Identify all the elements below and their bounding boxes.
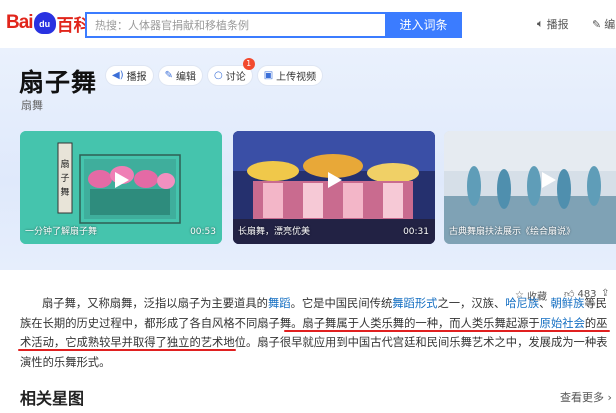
page-title: 扇子舞	[19, 68, 98, 97]
video-upload-icon: ▣	[263, 70, 274, 81]
broadcast-button-label: 播报	[126, 72, 147, 83]
view-more-label: 查看更多	[560, 391, 604, 404]
top-bar: Baidu百科 进入词条 🔈︎ 播报 ✎ 编	[0, 0, 616, 48]
enter-entry-button[interactable]: 进入词条	[385, 12, 462, 38]
logo-bai-text: Bai	[6, 12, 34, 33]
edit-link[interactable]: ✎ 编	[592, 16, 615, 32]
link-primitive-society[interactable]: 原始社会	[540, 317, 585, 330]
summary-text: 扇子舞，又称扇舞，泛指以扇子为主要道具的	[42, 297, 268, 310]
broadcast-link[interactable]: 🔈︎ 播报	[537, 16, 569, 32]
broadcast-button[interactable]: ◀) 播报	[106, 66, 153, 85]
view-more-link[interactable]: 查看更多 ›	[560, 389, 612, 405]
chevron-right-icon: ›	[604, 391, 612, 404]
edit-button-label: 编辑	[175, 72, 196, 83]
video-caption: 长扇舞，漂亮优美	[238, 227, 311, 237]
red-underline-annotation	[284, 330, 610, 332]
speaker-icon: ◀)	[112, 70, 124, 81]
link-dance[interactable]: 舞蹈	[268, 297, 291, 310]
video-caption: 古典舞扇扶法展示《绘合扇说》	[449, 227, 576, 237]
link-hani[interactable]: 哈尼族	[505, 297, 539, 310]
video-duration: 00:53	[190, 227, 216, 237]
red-underline-annotation	[18, 349, 236, 351]
summary-text: 、	[539, 297, 551, 310]
discuss-count-badge: 1	[242, 58, 255, 70]
pencil-icon: ✎	[592, 17, 602, 31]
video-card[interactable]: 长扇舞，漂亮优美 00:31	[233, 131, 435, 244]
video-card[interactable]: 扇 子 舞 一分钟了解扇子舞 00:53	[20, 131, 222, 244]
baidu-baike-logo[interactable]: Bai du 百科	[6, 8, 91, 38]
page-subtitle: 扇舞	[21, 99, 43, 112]
discuss-button-label: 讨论	[225, 72, 246, 83]
play-icon	[115, 171, 129, 188]
play-icon	[542, 171, 556, 188]
upload-video-button-label: 上传视频	[276, 72, 317, 83]
video-card[interactable]: 古典舞扇扶法展示《绘合扇说》	[444, 131, 616, 244]
video-duration: 00:31	[403, 227, 429, 237]
edit-button[interactable]: ✎ 编辑	[158, 66, 202, 85]
paw-icon: du	[33, 12, 56, 34]
broadcast-label: 播报	[546, 18, 569, 31]
svg-text:舞: 舞	[60, 187, 69, 198]
svg-text:扇: 扇	[60, 158, 69, 170]
play-icon	[328, 171, 342, 188]
summary-paragraph: 扇子舞，又称扇舞，泛指以扇子为主要道具的舞蹈。它是中国民间传统舞蹈形式之一，汉族…	[20, 294, 612, 372]
pencil-icon: ✎	[164, 70, 173, 81]
upload-video-button[interactable]: ▣ 上传视频	[257, 66, 323, 85]
summary-text: 之一，汉族、	[437, 297, 506, 310]
search-input[interactable]	[87, 14, 385, 37]
video-caption: 一分钟了解扇子舞	[25, 227, 98, 237]
speaker-icon: 🔈︎	[537, 17, 544, 30]
chat-bubble-icon: ○	[213, 70, 223, 81]
discuss-button[interactable]: ○ 讨论 1	[207, 58, 255, 85]
svg-text:子: 子	[60, 173, 69, 184]
related-star-map-heading: 相关星图	[20, 389, 85, 408]
edit-label: 编	[604, 18, 616, 31]
entry-actions: ◀) 播报 ✎ 编辑 ○ 讨论 1 ▣ 上传视频	[106, 58, 323, 85]
link-korean[interactable]: 朝鲜族	[550, 297, 584, 310]
search-box	[85, 12, 385, 38]
link-dance-form[interactable]: 舞蹈形式	[392, 297, 437, 310]
summary-text: 。它是中国民间传统	[290, 297, 393, 310]
